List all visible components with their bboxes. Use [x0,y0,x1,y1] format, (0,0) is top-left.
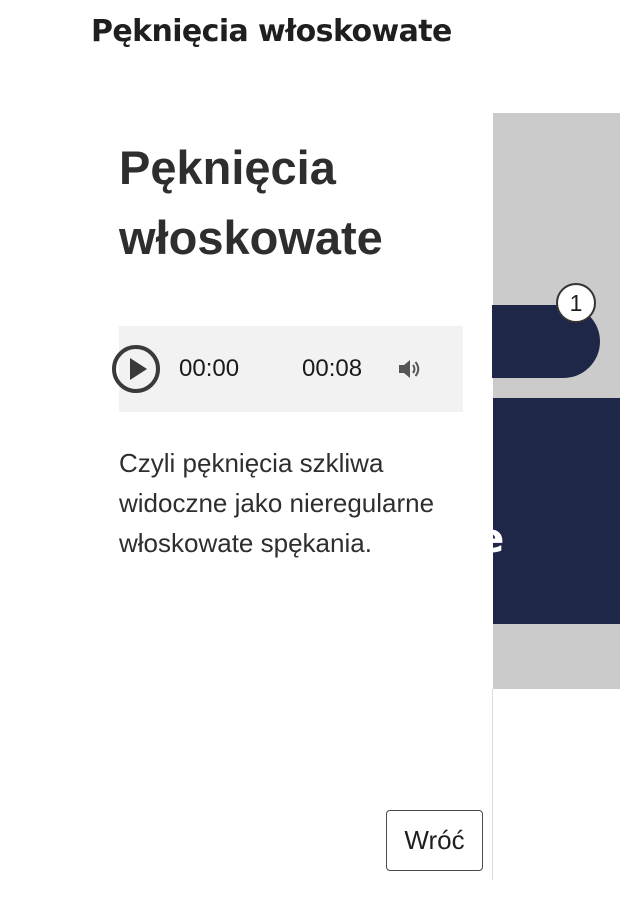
audio-duration: 00:08 [302,355,363,382]
panel-divider [492,689,493,880]
volume-icon [399,360,420,378]
play-icon [112,345,160,393]
volume-button[interactable] [397,357,423,381]
play-button[interactable] [111,344,161,394]
page: Pęknięcia włoskowate te 1 Pęknięcia włos… [0,0,620,900]
background-block-text: te [493,516,504,562]
background-text-block: te [493,398,620,624]
hotspot-number-badge[interactable]: 1 [556,283,596,323]
description-text: Czyli pęknięcia szkliwa widoczne jako ni… [119,448,435,558]
panel-title: Pęknięcia włoskowate [119,141,383,264]
back-button[interactable]: Wróć [386,810,483,871]
audio-player: 00:00 00:08 [112,326,463,412]
page-header-title: Pęknięcia włoskowate [91,14,452,49]
audio-current-time: 00:00 [179,355,240,382]
info-panel: Pęknięcia włoskowate 00:00 00:08 Czyli p… [0,113,492,880]
